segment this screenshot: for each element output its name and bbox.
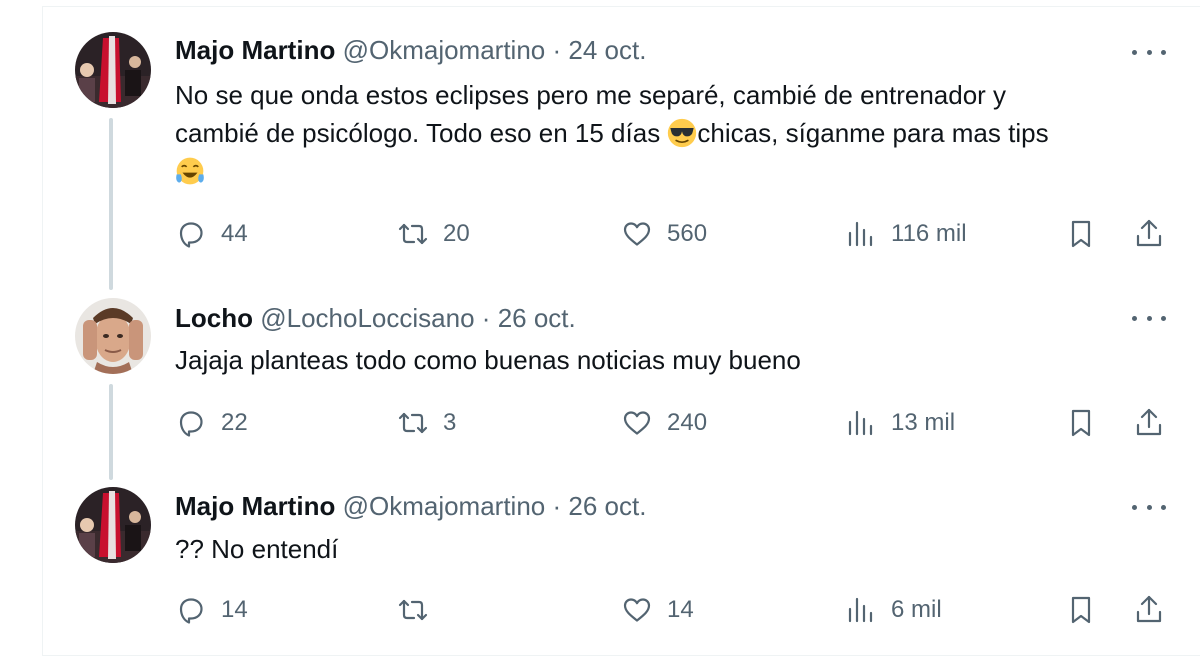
like-count: 14 [667, 596, 694, 623]
avatar-image [75, 487, 151, 563]
bookmark-button[interactable] [1065, 405, 1111, 441]
retweet-button[interactable] [397, 592, 443, 628]
thread-connector [109, 384, 113, 480]
tweet-date[interactable]: 24 oct. [568, 35, 646, 65]
tweet-header: Locho @LochoLoccisano · 26 oct. [175, 302, 576, 334]
reply-button[interactable]: 14 [175, 592, 248, 628]
bookmark-icon [1071, 596, 1091, 624]
bookmark-button[interactable] [1065, 216, 1111, 252]
author-handle[interactable]: @Okmajomartino [343, 35, 546, 65]
retweet-button[interactable]: 20 [397, 216, 470, 252]
share-icon [1136, 219, 1162, 247]
more-icon[interactable] [1132, 42, 1166, 62]
author-handle[interactable]: @Okmajomartino [343, 491, 546, 521]
tweet-text: Jajaja planteas todo como buenas noticia… [175, 345, 801, 375]
reply-icon [179, 411, 203, 437]
sunglasses-emoji [668, 118, 697, 148]
views-count: 13 mil [891, 409, 956, 436]
retweet-count: 20 [443, 220, 470, 247]
more-icon[interactable] [1132, 308, 1166, 328]
like-icon [623, 598, 651, 622]
like-button[interactable]: 14 [621, 592, 694, 628]
separator: · [552, 35, 562, 65]
retweet-button[interactable]: 3 [397, 405, 456, 441]
share-button[interactable] [1133, 592, 1179, 628]
tweet-header: Majo Martino @Okmajomartino · 24 oct. [175, 34, 646, 66]
tweet-actions: 44 20 560 116 mil [175, 216, 1175, 252]
more-icon[interactable] [1132, 497, 1166, 517]
like-icon [623, 411, 651, 435]
author-name[interactable]: Majo Martino [175, 35, 335, 65]
author-name[interactable]: Majo Martino [175, 491, 335, 521]
views-count: 116 mil [891, 220, 967, 247]
views-icon [848, 410, 873, 436]
tweet-actions: 22 3 240 13 mil [175, 405, 1175, 441]
thread-connector [109, 118, 113, 290]
reply-icon [179, 222, 203, 248]
share-icon [1136, 595, 1162, 623]
share-icon [1136, 408, 1162, 436]
tweet-text-segment: chicas, síganme para mas tips [697, 118, 1049, 148]
reply-count: 44 [221, 220, 248, 247]
separator: · [552, 491, 562, 521]
share-button[interactable] [1133, 216, 1179, 252]
tweet-header: Majo Martino @Okmajomartino · 26 oct. [175, 490, 646, 522]
bookmark-button[interactable] [1065, 592, 1111, 628]
like-button[interactable]: 240 [621, 405, 707, 441]
bookmark-icon [1071, 220, 1091, 248]
separator: · [481, 303, 491, 333]
like-count: 560 [667, 220, 708, 247]
tweet-text-line: cambié de psicólogo. Todo eso en 15 días… [175, 114, 1175, 152]
tweet-text: ?? No entendí [175, 534, 339, 564]
retweet-icon [398, 223, 428, 245]
retweet-count: 3 [443, 409, 457, 436]
views-icon [848, 597, 873, 623]
avatar-image [75, 32, 151, 108]
views-button[interactable]: 6 mil [845, 592, 942, 628]
avatar[interactable] [75, 487, 151, 563]
tweet-actions: 14 14 6 mil [175, 592, 1175, 628]
bookmark-icon [1071, 409, 1091, 437]
avatar[interactable] [75, 298, 151, 374]
author-handle[interactable]: @LochoLoccisano [260, 303, 474, 333]
tweet-date[interactable]: 26 oct. [568, 491, 646, 521]
like-icon [623, 222, 651, 246]
retweet-icon [398, 412, 428, 434]
reply-button[interactable]: 44 [175, 216, 248, 252]
reply-icon [179, 598, 203, 624]
views-count: 6 mil [891, 596, 942, 623]
reply-count: 22 [221, 409, 248, 436]
avatar[interactable] [75, 32, 151, 108]
like-button[interactable]: 560 [621, 216, 707, 252]
tweet-text-line [175, 152, 1175, 190]
like-count: 240 [667, 409, 708, 436]
reply-button[interactable]: 22 [175, 405, 248, 441]
tears-of-joy-emoji [176, 157, 204, 185]
views-icon [848, 221, 873, 247]
tweet-date[interactable]: 26 oct. [498, 303, 576, 333]
author-name[interactable]: Locho [175, 303, 253, 333]
views-button[interactable]: 116 mil [845, 216, 967, 252]
views-button[interactable]: 13 mil [845, 405, 955, 441]
retweet-icon [398, 599, 428, 621]
tweet-text: No se que onda estos eclipses pero me se… [175, 76, 1175, 190]
tweet-text-segment: cambié de psicólogo. Todo eso en 15 días [175, 118, 668, 148]
share-button[interactable] [1133, 405, 1179, 441]
avatar-image [75, 298, 151, 374]
reply-count: 14 [221, 596, 248, 623]
tweet-text-line: No se que onda estos eclipses pero me se… [175, 80, 1007, 110]
